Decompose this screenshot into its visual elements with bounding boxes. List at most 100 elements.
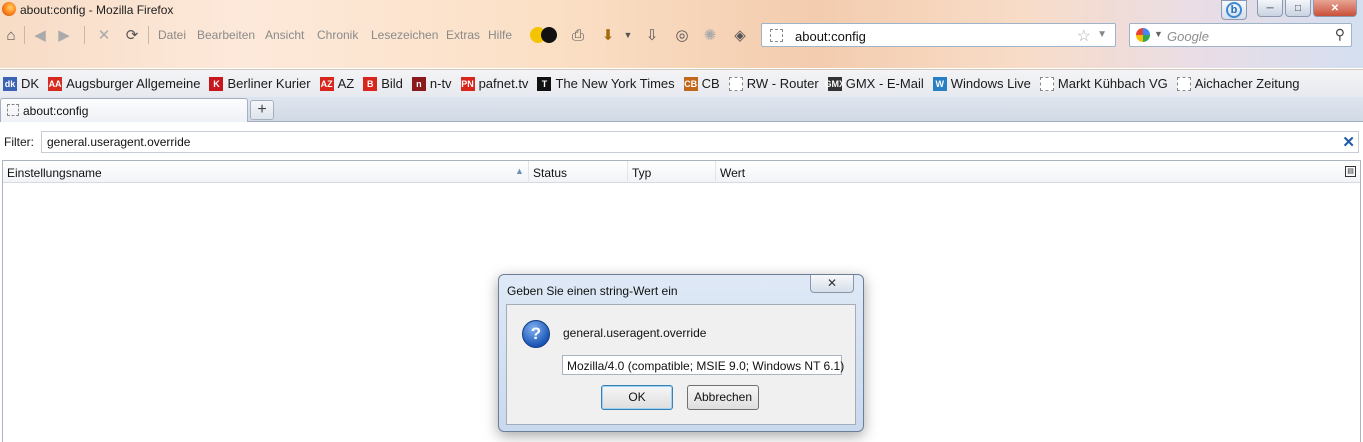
- column-header-value[interactable]: Wert: [716, 161, 1336, 183]
- bookmark-item[interactable]: Markt Kühbach VG: [1039, 76, 1168, 91]
- url-text[interactable]: about:config: [795, 29, 866, 44]
- url-dropdown-icon[interactable]: ▼: [1097, 29, 1107, 40]
- ok-button[interactable]: OK: [601, 385, 673, 410]
- search-engine-dropdown-icon[interactable]: ▼: [1154, 29, 1163, 39]
- string-value-input[interactable]: Mozilla/4.0 (compatible; MSIE 9.0; Windo…: [562, 355, 844, 375]
- string-value-text[interactable]: Mozilla/4.0 (compatible; MSIE 9.0; Windo…: [567, 359, 844, 373]
- bing-icon: b: [1226, 2, 1242, 18]
- cancel-button[interactable]: Abbrechen: [687, 385, 759, 410]
- bookmark-label: Windows Live: [950, 76, 1031, 91]
- google-icon[interactable]: [1136, 28, 1150, 42]
- bookmark-label: Bild: [381, 76, 403, 91]
- tab-about-config[interactable]: about:config: [0, 98, 248, 122]
- bookmark-icon: AZ: [319, 76, 334, 91]
- filter-label: Filter:: [4, 135, 34, 149]
- bookmark-icon: W: [932, 76, 947, 91]
- bookmark-icon: [1039, 76, 1054, 91]
- bookmark-icon: [1176, 76, 1191, 91]
- bookmarks-list: dk DK AA Augsburger Allgemeine K Berliner Kur…: [3, 76, 1309, 91]
- history-icon[interactable]: ⇩: [642, 25, 662, 45]
- bookmark-label: n-tv: [429, 76, 452, 91]
- search-placeholder[interactable]: Google: [1167, 29, 1209, 44]
- filter-row: Filter: general.useragent.override ✕: [0, 128, 1363, 154]
- maximize-button[interactable]: □: [1285, 0, 1311, 17]
- filter-value[interactable]: general.useragent.override: [47, 135, 190, 149]
- bookmark-item[interactable]: T The New York Times: [537, 76, 675, 91]
- print-icon[interactable]: ⎙: [568, 25, 588, 45]
- bookmark-item[interactable]: AA Augsburger Allgemeine: [48, 76, 200, 91]
- menu-ansicht[interactable]: Ansicht: [265, 28, 304, 42]
- clear-filter-icon[interactable]: ✕: [1342, 133, 1355, 151]
- dialog-body: ? general.useragent.override Mozilla/4.0…: [506, 304, 856, 425]
- download-icon[interactable]: ⬇: [598, 25, 618, 45]
- bookmark-label: Markt Kühbach VG: [1057, 76, 1168, 91]
- addon-icon[interactable]: ◎: [672, 25, 692, 45]
- bookmark-icon: AA: [48, 76, 63, 91]
- toolbar-separator: [148, 26, 149, 44]
- question-icon: ?: [522, 320, 550, 348]
- column-picker-icon[interactable]: ▤: [1345, 166, 1356, 177]
- column-header-name[interactable]: Einstellungsname: [3, 161, 529, 183]
- dialog-title: Geben Sie einen string-Wert ein: [507, 284, 678, 298]
- menu-lesezeichen[interactable]: Lesezeichen: [371, 28, 438, 42]
- toolbar-separator: [84, 26, 85, 44]
- menu-hilfe[interactable]: Hilfe: [488, 28, 512, 42]
- bookmark-icon: GMX: [824, 76, 845, 91]
- home-icon[interactable]: ⌂: [1, 25, 21, 45]
- bookmark-item[interactable]: K Berliner Kurier: [209, 76, 311, 91]
- bookmark-item[interactable]: B Bild: [363, 76, 403, 91]
- bing-button[interactable]: b: [1221, 0, 1247, 20]
- search-icon[interactable]: ⚲: [1335, 26, 1345, 43]
- bookmark-icon: B: [363, 76, 378, 91]
- firefox-logo-icon: [2, 2, 16, 16]
- bookmark-item[interactable]: dk DK: [3, 76, 39, 91]
- dialog-pref-name: general.useragent.override: [563, 326, 707, 340]
- bookmark-label: RW - Router: [746, 76, 819, 91]
- menu-chronik[interactable]: Chronik: [317, 28, 358, 42]
- new-tab-button[interactable]: +: [250, 100, 274, 120]
- bookmark-item[interactable]: PN pafnet.tv: [460, 76, 529, 91]
- bookmark-star-icon[interactable]: ☆: [1077, 26, 1091, 46]
- bookmark-icon: n: [411, 76, 426, 91]
- bookmark-item[interactable]: W Windows Live: [932, 76, 1031, 91]
- bookmark-icon: PN: [460, 76, 475, 91]
- forward-icon[interactable]: ▶: [54, 25, 74, 45]
- bookmark-label: DK: [21, 76, 40, 91]
- download-arrow-icon[interactable]: ▼: [618, 25, 638, 45]
- bookmark-label: CB: [701, 76, 720, 91]
- bookmark-label: pafnet.tv: [478, 76, 529, 91]
- back-icon[interactable]: ◀: [30, 25, 50, 45]
- menu-extras[interactable]: Extras: [446, 28, 480, 42]
- bookmark-item[interactable]: AZ AZ: [319, 76, 355, 91]
- window-controls: ─ □ ✕: [1257, 0, 1357, 18]
- window-title: about:config - Mozilla Firefox: [20, 3, 174, 17]
- bookmark-item[interactable]: n n-tv: [411, 76, 452, 91]
- reload-icon[interactable]: ⟳: [122, 25, 142, 45]
- menu-datei[interactable]: Datei: [158, 28, 186, 42]
- bookmark-item[interactable]: GMX GMX - E-Mail: [824, 76, 923, 91]
- search-bar[interactable]: ▼ Google ⚲: [1129, 23, 1352, 47]
- filter-input[interactable]: general.useragent.override ✕: [41, 131, 1359, 153]
- url-bar[interactable]: about:config ☆ ▼: [761, 23, 1116, 47]
- bookmark-label: Augsburger Allgemeine: [66, 76, 201, 91]
- bookmarks-toolbar: dk DK AA Augsburger Allgemeine K Berliner Kur…: [0, 69, 1363, 109]
- string-value-dialog: Geben Sie einen string-Wert ein ✕ ? gene…: [498, 274, 864, 432]
- table-header: Einstellungsname ▲ Status Typ Wert ▤: [3, 161, 1360, 183]
- close-button[interactable]: ✕: [1313, 0, 1357, 17]
- dialog-close-button[interactable]: ✕: [810, 275, 854, 293]
- menu-bearbeiten[interactable]: Bearbeiten: [197, 28, 255, 42]
- theme-toggle-icon[interactable]: [528, 25, 560, 45]
- column-header-type[interactable]: Typ: [628, 161, 716, 183]
- column-header-status[interactable]: Status: [529, 161, 628, 183]
- navigation-target-icon[interactable]: ◈: [730, 25, 750, 45]
- bookmark-icon: CB: [683, 76, 698, 91]
- bookmark-item[interactable]: Aichacher Zeitung: [1176, 76, 1300, 91]
- stop-icon[interactable]: ✕: [94, 25, 114, 45]
- bookmark-item[interactable]: RW - Router: [728, 76, 819, 91]
- page-icon: [770, 29, 783, 42]
- bookmark-icon: T: [537, 76, 552, 91]
- bookmark-label: AZ: [337, 76, 355, 91]
- minimize-button[interactable]: ─: [1257, 0, 1283, 17]
- bookmark-item[interactable]: CB CB: [683, 76, 720, 91]
- tab-label: about:config: [23, 104, 89, 118]
